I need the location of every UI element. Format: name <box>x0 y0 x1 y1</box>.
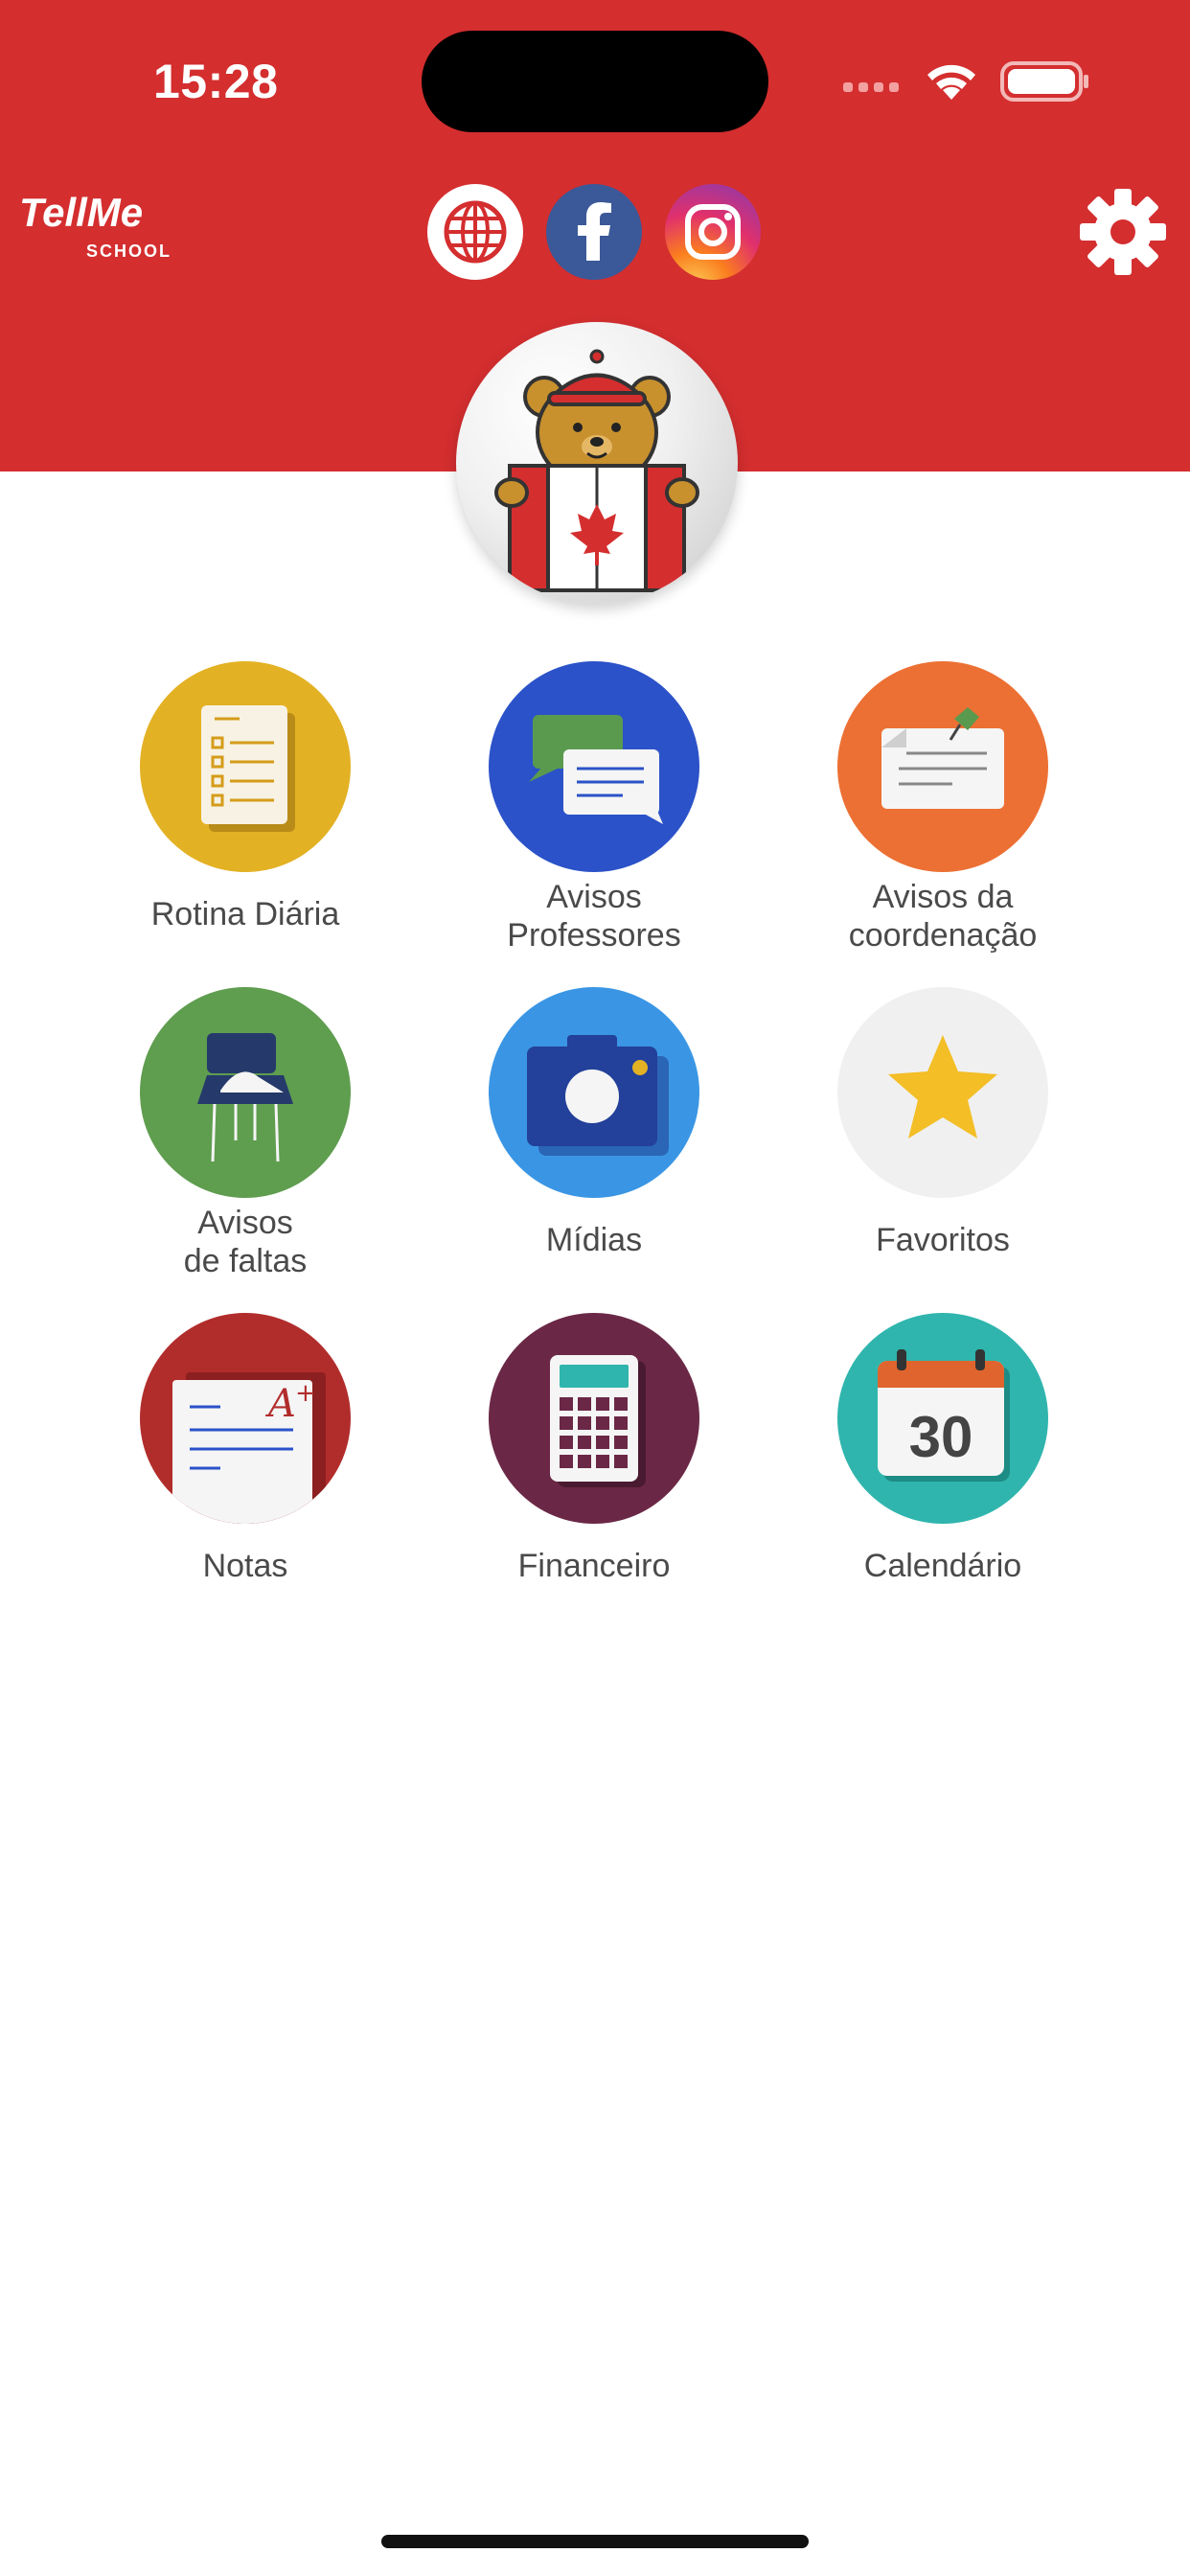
graded-paper-icon: A + <box>172 1372 326 1524</box>
menu-label: Financeiro <box>517 1548 671 1584</box>
menu-label: Mídias <box>545 1222 643 1258</box>
menu-calendario[interactable]: 30 Calendário <box>768 1313 1117 1629</box>
menu-label: Avisos da coordenação <box>848 879 1038 954</box>
status-icons <box>843 61 1088 102</box>
calendar-icon: 30 <box>878 1349 1010 1482</box>
facebook-icon <box>578 202 611 261</box>
school-desk-icon <box>197 1033 293 1162</box>
chat-bubbles-icon <box>529 715 663 824</box>
favoritos-circle <box>837 987 1048 1198</box>
menu-label: Rotina Diária <box>150 896 340 932</box>
facebook-button[interactable] <box>546 184 642 280</box>
faltas-circle <box>140 987 351 1198</box>
status-time: 15:28 <box>153 55 279 108</box>
svg-text:+: + <box>295 1379 316 1408</box>
calendario-circle: 30 <box>837 1313 1048 1524</box>
bear-mascot-icon <box>494 349 699 592</box>
avisos-coordenacao-circle <box>837 661 1048 872</box>
instagram-icon <box>685 204 741 260</box>
midias-circle <box>489 987 699 1198</box>
menu-label: Avisos de faltas <box>183 1205 308 1279</box>
instagram-button[interactable] <box>665 184 761 280</box>
pinned-note-icon <box>881 707 1004 809</box>
menu-avisos-faltas[interactable]: Avisos de faltas <box>71 987 420 1303</box>
menu-notas[interactable]: A + Notas <box>71 1313 420 1629</box>
school-mascot-avatar <box>456 322 738 604</box>
menu-favoritos[interactable]: Favoritos <box>768 987 1117 1303</box>
svg-text:A: A <box>264 1382 296 1426</box>
avisos-professores-circle <box>489 661 699 872</box>
wifi-icon <box>927 64 975 100</box>
rotina-circle <box>140 661 351 872</box>
calendar-day: 30 <box>909 1405 973 1469</box>
settings-button[interactable] <box>1078 187 1168 277</box>
menu-label: Calendário <box>863 1548 1022 1584</box>
notas-circle: A + <box>140 1313 351 1524</box>
cellular-signal-icon <box>843 82 899 92</box>
menu-avisos-professores[interactable]: Avisos Professores <box>420 661 768 978</box>
gear-icon <box>1080 189 1166 275</box>
tellme-school-logo: TellMe SCHOOL <box>19 190 172 266</box>
checklist-icon <box>201 705 295 832</box>
logo-text-main: TellMe <box>19 190 143 235</box>
menu-label: Avisos Professores <box>507 879 681 954</box>
camera-icon <box>527 1035 669 1156</box>
menu-label: Notas <box>202 1548 288 1584</box>
website-button[interactable] <box>427 184 523 280</box>
menu-rotina-diaria[interactable]: Rotina Diária <box>71 661 420 978</box>
dynamic-island <box>422 31 768 132</box>
calculator-icon <box>550 1355 646 1487</box>
financeiro-circle <box>489 1313 699 1524</box>
star-icon <box>888 1035 997 1138</box>
menu-label: Favoritos <box>876 1222 1010 1258</box>
logo-text-sub: SCHOOL <box>86 242 172 261</box>
menu-avisos-coordenacao[interactable]: Avisos da coordenação <box>768 661 1117 978</box>
battery-icon <box>1000 61 1088 102</box>
globe-icon <box>431 188 519 276</box>
menu-midias[interactable]: Mídias <box>420 987 768 1303</box>
home-indicator[interactable] <box>381 2535 809 2548</box>
menu-financeiro[interactable]: Financeiro <box>420 1313 768 1629</box>
